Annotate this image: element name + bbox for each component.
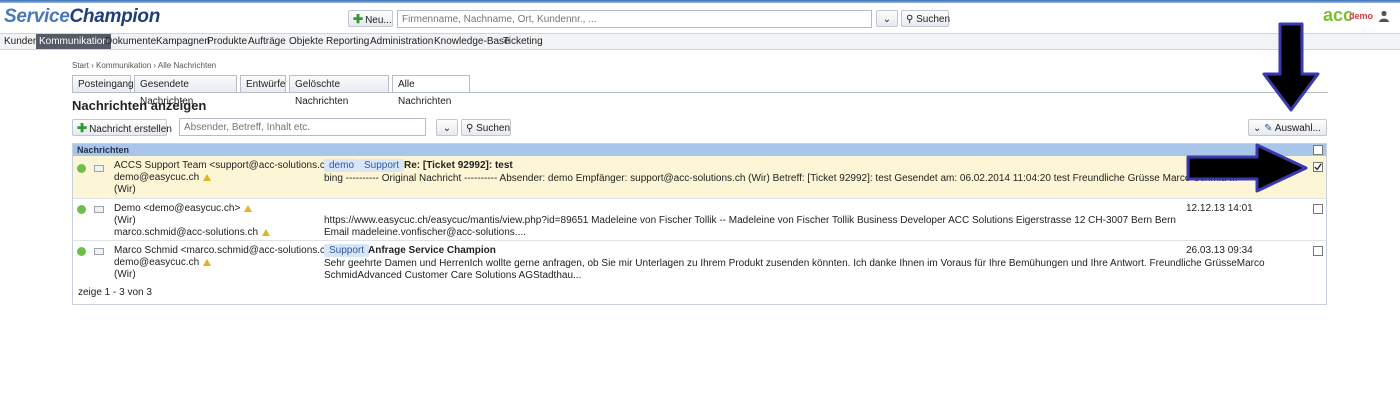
table-row[interactable]: ACCS Support Team <support@acc-solutions… — [73, 156, 1326, 199]
search-icon: ⚲ — [906, 14, 914, 25]
warning-icon — [244, 205, 253, 212]
warning-icon — [262, 229, 271, 236]
message-date: 12.12.13 14:01 — [1186, 203, 1253, 214]
search-dropdown-button[interactable]: ⌄ — [876, 10, 898, 27]
subject: Re: [Ticket 92992]: test — [404, 160, 513, 171]
chevron-down-icon: ⌄ — [442, 123, 452, 134]
menu-dokumente[interactable]: Dokumente — [102, 34, 159, 49]
menu-reporting[interactable]: Reporting — [323, 34, 372, 49]
pencil-icon: ✎ — [1264, 123, 1273, 134]
message-search-dropdown[interactable]: ⌄ — [436, 119, 458, 136]
checkmark-icon — [1314, 163, 1322, 171]
message-search-input[interactable] — [179, 118, 426, 136]
status-ok-icon — [77, 164, 86, 173]
breadcrumb-section[interactable]: Kommunikation — [96, 61, 151, 70]
tab-divider — [72, 92, 1328, 93]
tab-posteingang[interactable]: Posteingang — [72, 75, 134, 92]
message-date: 26.03.13 09:34 — [1186, 245, 1253, 256]
chevron-down-icon: ⌄ — [882, 14, 892, 25]
sender: ACCS Support Team <support@acc-solutions… — [114, 160, 349, 172]
tab-geloeschte-nachrichten[interactable]: Gelöschte Nachrichten — [289, 75, 389, 107]
menu-produkte[interactable]: Produkte — [204, 34, 250, 49]
tab-gesendete-nachrichten[interactable]: Gesendete Nachrichten — [134, 75, 237, 107]
plus-icon: ✚ — [353, 12, 364, 26]
breadcrumb-start[interactable]: Start — [72, 61, 89, 70]
warning-icon — [203, 259, 212, 266]
create-message-button[interactable]: ✚ Nachricht erstellen — [72, 119, 172, 136]
warning-icon — [203, 174, 212, 181]
envelope-icon — [94, 206, 104, 213]
global-search-button[interactable]: ⚲ Suchen — [901, 10, 950, 27]
menu-administration[interactable]: Administration — [367, 34, 436, 49]
message-preview-2: SchmidAdvanced Customer Care Solutions A… — [324, 270, 582, 281]
grid-footer-count: zeige 1 - 3 von 3 — [78, 287, 152, 298]
row-checkbox[interactable] — [1313, 246, 1323, 256]
messages-grid: Nachrichten ACCS Support Team <support@a… — [72, 143, 1327, 305]
page-title: Nachrichten anzeigen — [72, 98, 207, 113]
row-checkbox[interactable] — [1313, 162, 1323, 172]
chevron-right-icon: › — [91, 61, 94, 70]
arrow-right-annotation — [1186, 143, 1308, 193]
menu-objekte[interactable]: Objekte — [286, 34, 326, 49]
tag-support[interactable]: Support — [324, 244, 370, 257]
menu-ticketing[interactable]: Ticketing — [500, 34, 546, 49]
service-champion-logo[interactable]: ServiceChampion — [4, 6, 160, 28]
menu-kommunikation[interactable]: Kommunikation — [36, 34, 111, 49]
envelope-icon — [94, 248, 104, 255]
recipient: demo@easycuc.ch — [114, 172, 212, 184]
menu-auftraege[interactable]: Aufträge — [245, 34, 289, 49]
top-accent-line — [0, 0, 1400, 3]
subject: Anfrage Service Champion — [368, 245, 496, 256]
sender: Marco Schmid <marco.schmid@acc-solutions… — [114, 245, 349, 257]
grid-header: Nachrichten — [73, 144, 1326, 156]
recipient-label: (Wir) — [114, 269, 136, 280]
message-preview-2: Email madeleine.vonfischer@acc-solutions… — [324, 227, 526, 238]
row-checkbox[interactable] — [1313, 204, 1323, 214]
recipient: demo@easycuc.ch — [114, 257, 212, 269]
message-preview: https://www.easycuc.ch/easycuc/mantis/vi… — [324, 215, 1176, 226]
acc-logo: acc demo — [1323, 5, 1374, 25]
plus-icon: ✚ — [77, 121, 88, 135]
tab-alle-nachrichten[interactable]: Alle Nachrichten — [392, 75, 470, 107]
message-preview: bing ---------- Original Nachricht -----… — [324, 173, 1238, 184]
recipient-address: marco.schmid@acc-solutions.ch — [114, 227, 271, 239]
message-preview: Sehr geehrte Damen und HerrenIch wollte … — [324, 258, 1265, 269]
global-search-input[interactable] — [397, 10, 872, 28]
select-all-checkbox[interactable] — [1313, 145, 1323, 155]
status-ok-icon — [77, 205, 86, 214]
search-icon: ⚲ — [466, 123, 474, 134]
status-ok-icon — [77, 247, 86, 256]
tab-entwuerfe[interactable]: Entwürfe — [240, 75, 286, 92]
tag-support[interactable]: Support — [359, 159, 405, 172]
breadcrumb-page: Alle Nachrichten — [157, 61, 217, 70]
table-row[interactable]: Demo <demo@easycuc.ch> (Wir) marco.schmi… — [73, 199, 1326, 241]
new-button[interactable]: ✚ Neu... — [348, 10, 393, 27]
main-menu: Kunden Kommunikation Dokumente Kampagnen… — [0, 33, 1400, 50]
table-row[interactable]: Marco Schmid <marco.schmid@acc-solutions… — [73, 241, 1326, 283]
user-icon[interactable] — [1378, 10, 1390, 22]
selection-menu-button[interactable]: ⌄ ✎ Auswahl... — [1248, 119, 1327, 136]
recipient: (Wir) — [114, 215, 136, 226]
message-search-button[interactable]: ⚲ Suchen — [461, 119, 511, 136]
chevron-right-icon: › — [153, 61, 157, 70]
recipient-label: (Wir) — [114, 184, 136, 195]
top-bar: ServiceChampion ✚Neu... ⌄ ⚲ Suchen accde… — [0, 0, 1400, 34]
chevron-down-icon: ⌄ — [1253, 123, 1262, 134]
envelope-icon — [94, 165, 104, 172]
breadcrumb: Start › Kommunikation › Alle Nachrichten — [72, 61, 216, 70]
tag-demo[interactable]: demo — [324, 159, 360, 172]
arrow-down-annotation — [1262, 22, 1320, 112]
sender: Demo <demo@easycuc.ch> — [114, 203, 253, 215]
